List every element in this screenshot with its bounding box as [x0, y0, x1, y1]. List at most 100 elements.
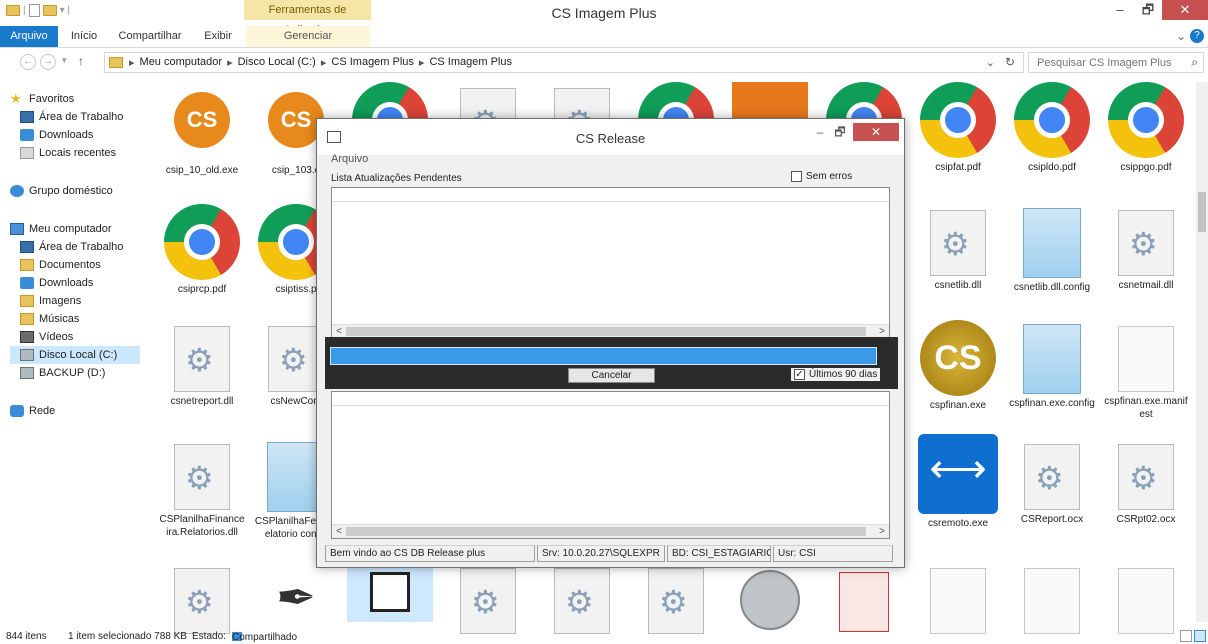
nav-item-area-de-trabalho[interactable]: Área de Trabalho	[20, 108, 123, 126]
ultimos-90-dias-checkbox[interactable]: ✓ Últimos 90 dias	[791, 368, 881, 381]
nav-item-imagens[interactable]: Imagens	[20, 292, 81, 310]
selection-info: 1 item selecionado 788 KB	[68, 631, 187, 642]
file-item[interactable]: CSReport.ocx	[1009, 438, 1095, 526]
horizontal-scrollbar[interactable]: < >	[332, 324, 889, 338]
file-item[interactable]	[1103, 562, 1189, 634]
properties-icon[interactable]	[28, 4, 40, 17]
notepad-file-icon	[1023, 208, 1081, 278]
nav-item-musicas[interactable]: Músicas	[20, 310, 79, 328]
file-item[interactable]: CSPlanilhaFinanceira.Relatorios.dll	[159, 438, 245, 539]
scroll-left-icon[interactable]: <	[332, 525, 346, 539]
dialog-title-bar: CS Release – 🗗 ✕	[317, 119, 904, 155]
file-item[interactable]	[821, 562, 907, 632]
refresh-icon[interactable]: ↻	[1005, 55, 1015, 69]
details-view-icon[interactable]	[1180, 630, 1192, 642]
minimize-button[interactable]: –	[1106, 0, 1134, 20]
tab-exibir[interactable]: Exibir	[194, 26, 242, 47]
file-item[interactable]	[1009, 562, 1095, 634]
nav-item-downloads-pc[interactable]: Downloads	[20, 274, 93, 292]
nav-item-disco-local[interactable]: Disco Local (C:)	[10, 346, 140, 364]
maximize-button[interactable]: 🗗	[1134, 0, 1162, 20]
file-item[interactable]: csremoto.exe	[915, 434, 1001, 530]
search-box[interactable]: ⌕	[1028, 52, 1204, 73]
nav-item-backup[interactable]: BACKUP (D:)	[20, 364, 105, 382]
tab-gerenciar[interactable]: Gerenciar	[246, 26, 370, 47]
nav-item-area-de-trabalho-pc[interactable]: Área de Trabalho	[20, 238, 123, 256]
recent-locations-icon[interactable]: ▾	[62, 55, 67, 66]
large-icons-view-icon[interactable]	[1194, 630, 1206, 642]
file-item[interactable]: CS csip_10_old.exe	[159, 82, 245, 177]
chrome-pdf-icon	[164, 204, 240, 280]
search-input[interactable]	[1029, 53, 1179, 72]
nav-item-videos[interactable]: Vídeos	[20, 328, 73, 346]
file-item[interactable]	[539, 562, 625, 634]
tab-inicio[interactable]: Início	[62, 26, 106, 47]
desktop-icon	[20, 241, 34, 253]
file-item[interactable]	[915, 562, 1001, 634]
breadcrumb-item[interactable]: CS Imagem Plus	[429, 56, 512, 69]
file-item[interactable]: CS cspfinan.exe	[915, 320, 1001, 412]
scroll-right-icon[interactable]: >	[875, 525, 889, 539]
nav-item-locais-recentes[interactable]: Locais recentes	[20, 144, 116, 162]
file-item[interactable]: cspfinan.exe.manifest	[1103, 320, 1189, 421]
sem-erros-checkbox[interactable]: Sem erros	[791, 171, 852, 182]
vertical-scrollbar[interactable]	[1196, 82, 1208, 622]
nav-item-downloads[interactable]: Downloads	[20, 126, 93, 144]
address-dropdown-icon[interactable]: ⌄	[986, 56, 995, 69]
scrollbar-thumb[interactable]	[1198, 192, 1206, 232]
dialog-close-button[interactable]: ✕	[853, 123, 899, 141]
help-icon[interactable]: ?	[1190, 29, 1204, 43]
file-item[interactable]: csipldo.pdf	[1009, 82, 1095, 174]
close-button[interactable]: ✕	[1162, 0, 1208, 20]
address-field[interactable]: ▸ Meu computador ▸ Disco Local (C:) ▸ CS…	[104, 52, 1024, 73]
new-folder-icon[interactable]	[42, 5, 57, 16]
file-item[interactable]	[159, 562, 245, 634]
pending-updates-list[interactable]: < >	[331, 187, 890, 339]
checkbox-box[interactable]: ✓	[794, 369, 805, 380]
cancel-button[interactable]: Cancelar	[568, 368, 655, 383]
tab-arquivo[interactable]: Arquivo	[0, 26, 58, 47]
breadcrumb-item[interactable]: Disco Local (C:)	[238, 56, 316, 69]
file-item[interactable]: csnetlib.dll.config	[1009, 204, 1095, 294]
tab-compartilhar[interactable]: Compartilhar	[112, 26, 188, 47]
file-item[interactable]: csippgo.pdf	[1103, 82, 1189, 174]
menu-arquivo[interactable]: Arquivo	[331, 153, 368, 165]
nav-item-documentos[interactable]: Documentos	[20, 256, 101, 274]
file-item[interactable]: cspfinan.exe.config	[1009, 320, 1095, 410]
file-item[interactable]: csipfat.pdf	[915, 82, 1001, 174]
back-icon[interactable]: ←	[20, 54, 36, 70]
horizontal-scrollbar[interactable]: < >	[332, 524, 889, 538]
breadcrumb-item[interactable]: Meu computador	[140, 56, 223, 69]
checkbox-box[interactable]	[791, 171, 802, 182]
file-item[interactable]: CSRpt02.ocx	[1103, 438, 1189, 526]
dialog-minimize-button[interactable]: –	[813, 123, 827, 141]
expand-ribbon-icon[interactable]: ⌄	[1176, 29, 1186, 43]
file-item[interactable]: csnetmail.dll	[1103, 204, 1189, 292]
dialog-maximize-button[interactable]: 🗗	[831, 123, 849, 141]
nav-item-rede[interactable]: Rede	[10, 402, 55, 420]
pictures-icon	[20, 295, 34, 307]
list-header	[332, 392, 889, 406]
file-item[interactable]	[633, 562, 719, 634]
file-item[interactable]	[727, 562, 813, 630]
blank-file-icon	[930, 568, 986, 634]
file-item[interactable]: csiprcp.pdf	[159, 204, 245, 296]
item-count: 844 itens	[6, 631, 47, 642]
log-list[interactable]: < >	[331, 391, 890, 539]
file-item[interactable]: csnetreport.dll	[159, 320, 245, 408]
file-item[interactable]	[445, 562, 531, 634]
scrollbar-thumb[interactable]	[346, 327, 866, 336]
file-item[interactable]	[253, 562, 339, 630]
chrome-pdf-icon	[1108, 82, 1184, 158]
nav-item-grupo-domestico[interactable]: Grupo doméstico	[10, 182, 113, 200]
scrollbar-thumb[interactable]	[346, 527, 866, 536]
breadcrumb-item[interactable]: CS Imagem Plus	[331, 56, 414, 69]
nav-item-favoritos[interactable]: ★ Favoritos	[10, 90, 74, 108]
forward-icon[interactable]: →	[40, 54, 56, 70]
up-icon[interactable]: ↑	[78, 54, 84, 68]
recent-places-icon	[20, 147, 34, 159]
file-item[interactable]: csnetlib.dll	[915, 204, 1001, 292]
downloads-icon	[20, 129, 34, 141]
search-icon[interactable]: ⌕	[1191, 55, 1198, 70]
nav-item-meu-computador[interactable]: Meu computador	[10, 220, 112, 238]
